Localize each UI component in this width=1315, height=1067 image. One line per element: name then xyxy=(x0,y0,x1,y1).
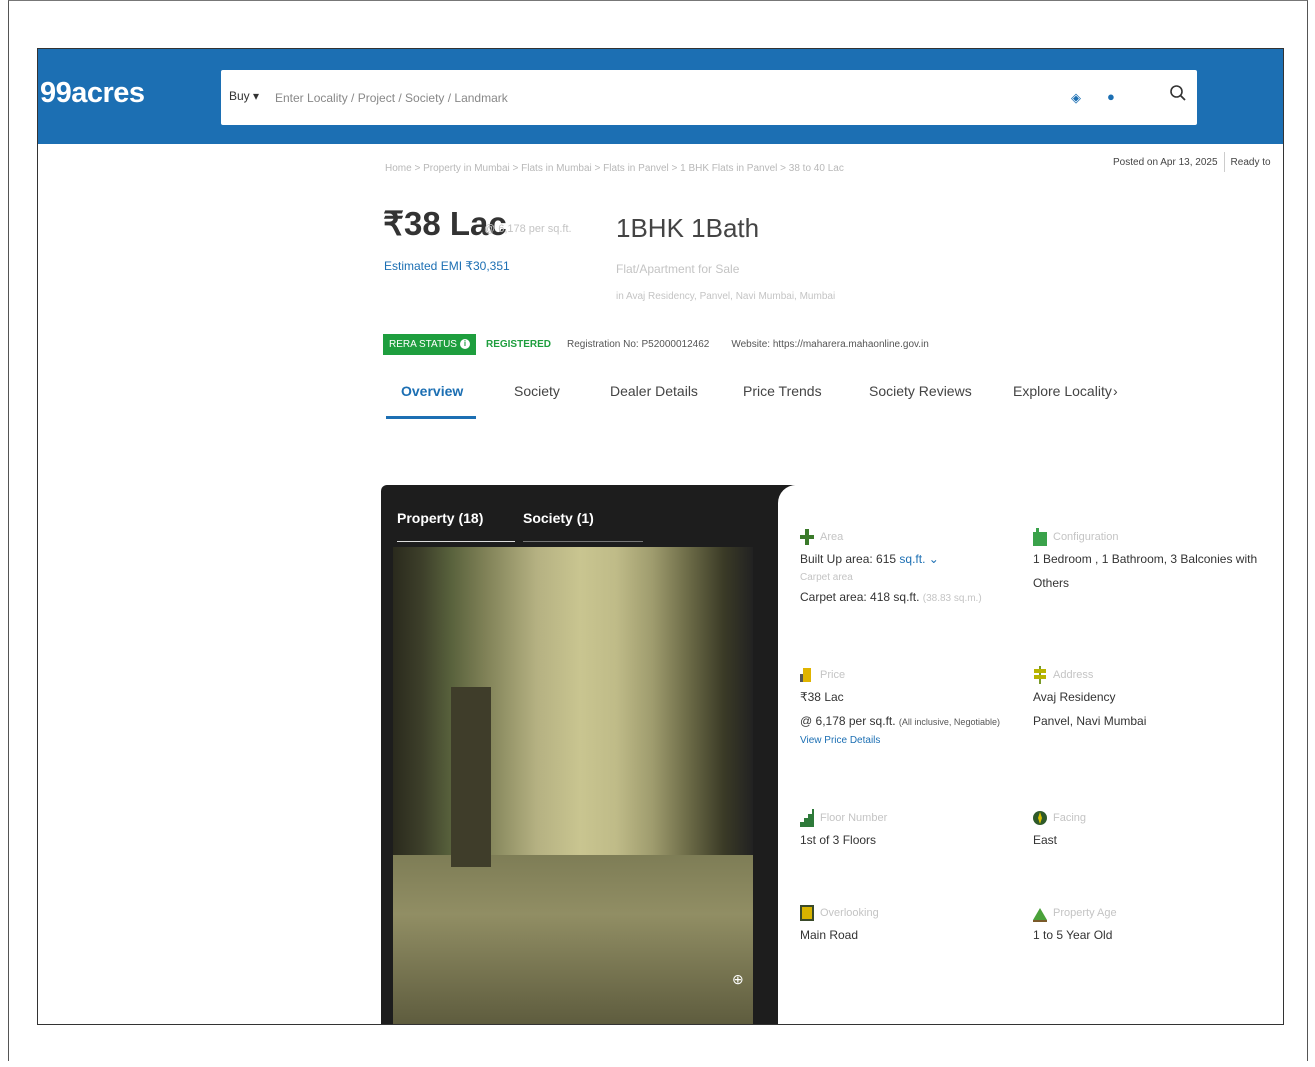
divider xyxy=(1223,152,1225,172)
price-label: Price xyxy=(820,669,846,681)
detail-configuration-header: Configuration xyxy=(1033,527,1273,547)
price-icon xyxy=(800,668,811,682)
configuration-icon xyxy=(1033,528,1047,546)
rera-row: RERA STATUS i REGISTERED Registration No… xyxy=(383,332,929,356)
detail-floor: Floor Number 1st of 3 Floors xyxy=(800,808,1020,852)
price-per-sqft-row: @ 6,178 per sq.ft. (All inclusive, Negot… xyxy=(800,709,1030,734)
photo-floor-area xyxy=(393,855,753,1024)
detail-property-age: Property Age 1 to 5 Year Old xyxy=(1033,903,1253,947)
overlooking-label: Overlooking xyxy=(820,907,879,919)
gallery-tab-underline-active xyxy=(397,541,515,542)
property-age-label: Property Age xyxy=(1053,907,1117,919)
detail-address: Address Avaj Residency Panvel, Navi Mumb… xyxy=(1033,665,1273,733)
detail-floor-header: Floor Number xyxy=(800,808,1020,828)
price-value: ₹38 Lac xyxy=(800,690,844,704)
detail-property-age-header: Property Age xyxy=(1033,903,1253,923)
breadcrumb[interactable]: Home > Property in Mumbai > Flats in Mum… xyxy=(385,163,844,174)
detail-price: Price ₹38 Lac @ 6,178 per sq.ft. (All in… xyxy=(800,665,1030,748)
floor-label: Floor Number xyxy=(820,812,888,824)
floor-value: 1st of 3 Floors xyxy=(800,833,877,847)
rera-website-link[interactable]: Website: https://maharera.mahaonline.gov… xyxy=(731,339,929,350)
screenshot-frame: 99acres Buy ▾ ◈ ● Home > Property in Mum… xyxy=(37,48,1284,1025)
photo-doorway xyxy=(451,687,491,867)
rera-registered-status: REGISTERED xyxy=(485,338,551,350)
posted-info: Posted on Apr 13, 2025 Ready to xyxy=(1113,149,1271,175)
buy-dropdown[interactable]: Buy ▾ xyxy=(229,89,259,103)
detail-configuration: Configuration 1 Bedroom , 1 Bathroom, 3 … xyxy=(1033,527,1273,595)
search-icon[interactable] xyxy=(1169,84,1187,102)
info-icon[interactable]: i xyxy=(459,339,470,349)
facing-label: Facing xyxy=(1053,812,1087,824)
carpet-area: Carpet area: 418 sq.ft. xyxy=(800,590,920,604)
overlooking-value: Main Road xyxy=(800,928,859,942)
detail-price-header: Price xyxy=(800,665,1030,685)
price-per-sqft: @ 6,178 per sq.ft. xyxy=(484,223,572,235)
detail-area: Area Built Up area: 615 sq.ft. ⌄ Carpet … xyxy=(800,527,1020,611)
estimated-emi-link[interactable]: Estimated EMI ₹30,351 xyxy=(384,259,510,273)
listing-config-title: 1BHK 1Bath xyxy=(616,213,760,243)
listing-location: in Avaj Residency, Panvel, Navi Mumbai, … xyxy=(616,291,836,302)
active-tab-indicator xyxy=(386,416,476,419)
area-label: Area xyxy=(820,531,844,543)
detail-facing: Facing East xyxy=(1033,808,1253,852)
carpet-area-note: (38.83 sq.m.) xyxy=(922,593,982,604)
address-signpost-icon xyxy=(1034,666,1046,684)
overlooking-window-icon xyxy=(800,905,814,921)
detail-address-header: Address xyxy=(1033,665,1273,685)
photo-gallery[interactable]: Property (18) Society (1) ⊕ xyxy=(381,485,806,1024)
zoom-icon[interactable]: ⊕ xyxy=(732,971,744,988)
view-price-details-link[interactable]: View Price Details xyxy=(800,734,1030,748)
section-tabs: Overview Society Dealer Details Price Tr… xyxy=(383,371,1153,421)
gallery-tab-society[interactable]: Society (1) xyxy=(523,510,594,526)
possession-status: Ready to xyxy=(1230,156,1271,168)
address-line2: Panvel, Navi Mumbai xyxy=(1033,714,1147,728)
rera-registration-number: Registration No: P52000012462 xyxy=(567,338,710,350)
compass-icon xyxy=(1033,811,1047,825)
configuration-label: Configuration xyxy=(1053,531,1119,543)
configuration-value: 1 Bedroom , 1 Bathroom, 3 Balconies with… xyxy=(1033,552,1258,590)
rera-status-badge[interactable]: RERA STATUS i xyxy=(383,333,476,355)
built-up-row: Built Up area: 615 sq.ft. ⌄ xyxy=(800,547,1020,571)
tab-dealer-details[interactable]: Dealer Details xyxy=(610,383,698,399)
detail-overlooking-header: Overlooking xyxy=(800,903,1020,923)
carpet-row: Carpet area: 418 sq.ft. (38.83 sq.m.) xyxy=(800,585,1020,611)
detail-facing-header: Facing xyxy=(1033,808,1253,828)
site-logo[interactable]: 99acres xyxy=(40,77,145,110)
unit-dropdown[interactable]: sq.ft. ⌄ xyxy=(899,552,938,566)
address-label: Address xyxy=(1053,669,1094,681)
tab-society-reviews[interactable]: Society Reviews xyxy=(869,383,972,399)
facing-value: East xyxy=(1033,833,1058,847)
property-photo[interactable] xyxy=(393,547,753,1024)
price-per-sqft-detail: @ 6,178 per sq.ft. xyxy=(800,714,896,728)
property-age-value: 1 to 5 Year Old xyxy=(1033,928,1113,942)
listing-type: Flat/Apartment for Sale xyxy=(616,262,740,276)
chevron-right-icon[interactable]: › xyxy=(1113,383,1118,399)
tab-price-trends[interactable]: Price Trends xyxy=(743,383,822,399)
property-details-card: Area Built Up area: 615 sq.ft. ⌄ Carpet … xyxy=(778,485,1283,1024)
location-pin-icon[interactable]: ◈ xyxy=(1071,90,1083,105)
posted-date: Posted on Apr 13, 2025 xyxy=(1113,156,1218,168)
microphone-icon[interactable]: ● xyxy=(1107,89,1115,104)
search-input[interactable] xyxy=(273,85,977,111)
gallery-tab-property[interactable]: Property (18) xyxy=(397,510,483,526)
area-icon xyxy=(800,529,814,545)
gallery-tab-underline xyxy=(523,541,643,542)
tab-explore-locality[interactable]: Explore Locality xyxy=(1013,383,1112,399)
address-line1: Avaj Residency xyxy=(1033,690,1116,704)
detail-overlooking: Overlooking Main Road xyxy=(800,903,1020,947)
tab-overview[interactable]: Overview xyxy=(401,383,463,399)
search-bar: Buy ▾ ◈ ● xyxy=(221,70,1197,125)
floor-stairs-icon xyxy=(800,809,814,827)
built-up-area: Built Up area: 615 xyxy=(800,552,897,566)
property-age-icon xyxy=(1033,908,1047,922)
rera-badge-label: RERA STATUS xyxy=(389,338,457,350)
price-note: (All inclusive, Negotiable) xyxy=(898,717,1000,727)
top-header: 99acres Buy ▾ ◈ ● xyxy=(38,49,1283,144)
detail-area-header: Area xyxy=(800,527,1020,547)
carpet-area-label: Carpet area xyxy=(800,572,853,583)
tab-society[interactable]: Society xyxy=(514,383,560,399)
